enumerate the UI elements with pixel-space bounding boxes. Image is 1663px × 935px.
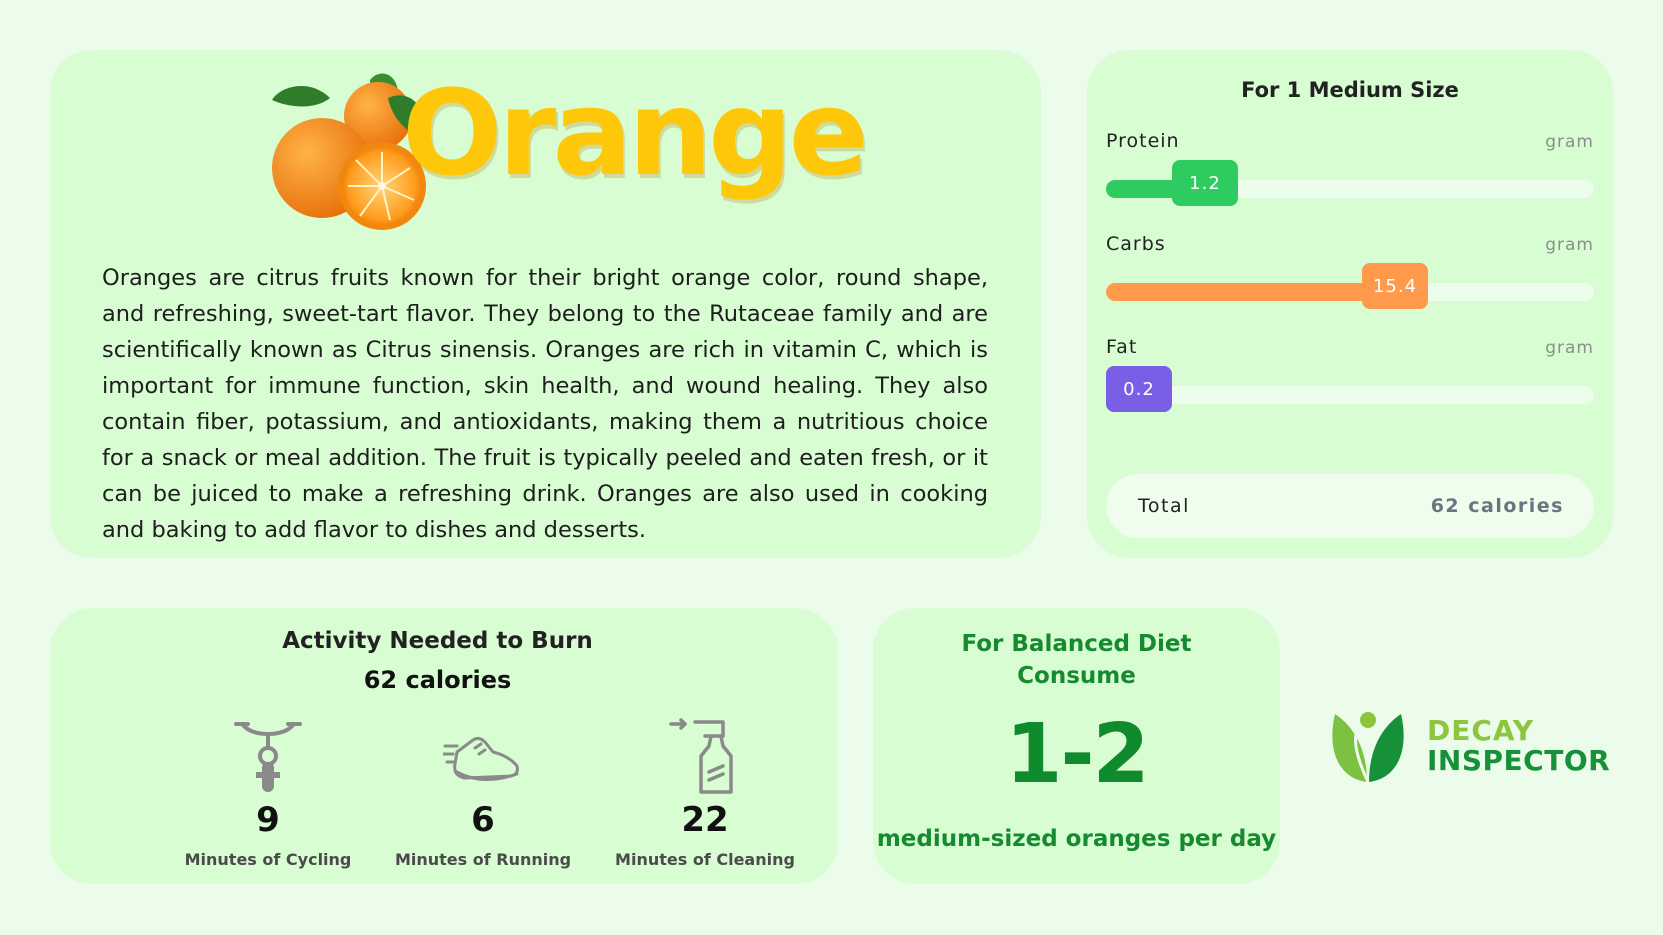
activity-label: Minutes of Cycling	[184, 850, 352, 869]
nutrient-unit: gram	[1545, 132, 1594, 152]
total-value: 62 calories	[1430, 495, 1564, 517]
activity-calories: 62 calories	[363, 666, 512, 694]
leaf-person-icon	[1332, 712, 1404, 783]
total-calories-pill: Total 62 calories	[1106, 474, 1594, 538]
nutrient-bar-track: 15.4	[1106, 263, 1594, 309]
nutrition-card: For 1 Medium Size Protein gram 1.2 Carbs…	[1087, 50, 1613, 558]
brand-logo: DECAY INSPECTOR	[1327, 708, 1617, 788]
bicycle-icon	[234, 722, 302, 792]
activity-card: Activity Needed to Burn 62 calories 9 Mi…	[50, 608, 838, 884]
intro-card: Orange Oranges are citrus fruits known f…	[50, 50, 1041, 558]
logo-text-inspector: INSPECTOR	[1427, 744, 1611, 777]
nutrient-value-badge: 1.2	[1172, 160, 1238, 206]
activity-item-cycling: 9 Minutes of Cycling	[168, 716, 368, 876]
nutrient-name: Carbs	[1106, 233, 1166, 255]
logo-text-decay: DECAY	[1427, 714, 1535, 747]
nutrient-name: Fat	[1106, 336, 1138, 358]
fruit-description: Oranges are citrus fruits known for thei…	[102, 265, 988, 543]
running-shoe-icon	[443, 736, 519, 781]
total-label: Total	[1138, 495, 1190, 517]
nutrient-row-carbs: Carbs gram 15.4	[1106, 233, 1594, 323]
activity-minutes: 22	[681, 800, 729, 840]
diet-title-line2: Consume	[1017, 663, 1136, 689]
nutrient-row-protein: Protein gram 1.2	[1106, 130, 1594, 220]
diet-title-line1: For Balanced Diet	[961, 631, 1192, 657]
hero-header: Orange	[270, 68, 870, 248]
nutrient-value-badge: 15.4	[1362, 263, 1428, 309]
spray-bottle-icon	[669, 718, 733, 794]
activity-minutes: 9	[256, 800, 280, 840]
nutrient-bar-track: 0.2	[1106, 366, 1594, 412]
activity-item-running: 6 Minutes of Running	[383, 716, 583, 876]
activity-title: Activity Needed to Burn	[282, 628, 593, 654]
activity-item-cleaning: 22 Minutes of Cleaning	[605, 716, 805, 876]
nutrient-unit: gram	[1545, 338, 1594, 358]
nutrient-value-badge: 0.2	[1106, 366, 1172, 412]
diet-title: For Balanced Diet Consume	[873, 628, 1280, 692]
fruit-title: Orange	[402, 64, 869, 202]
activity-minutes: 6	[471, 800, 495, 840]
nutrient-row-fat: Fat gram 0.2	[1106, 336, 1594, 426]
nutrition-title: For 1 Medium Size	[1241, 78, 1459, 102]
diet-subtitle: medium-sized oranges per day	[876, 826, 1277, 852]
diet-card: For Balanced Diet Consume 1-2 medium-siz…	[873, 608, 1280, 884]
nutrient-name: Protein	[1106, 130, 1180, 152]
diet-amount: 1-2	[1005, 707, 1149, 802]
nutrient-unit: gram	[1545, 235, 1594, 255]
activity-label: Minutes of Running	[394, 850, 572, 869]
nutrient-bar-track: 1.2	[1106, 160, 1594, 206]
activity-label: Minutes of Cleaning	[615, 850, 795, 869]
